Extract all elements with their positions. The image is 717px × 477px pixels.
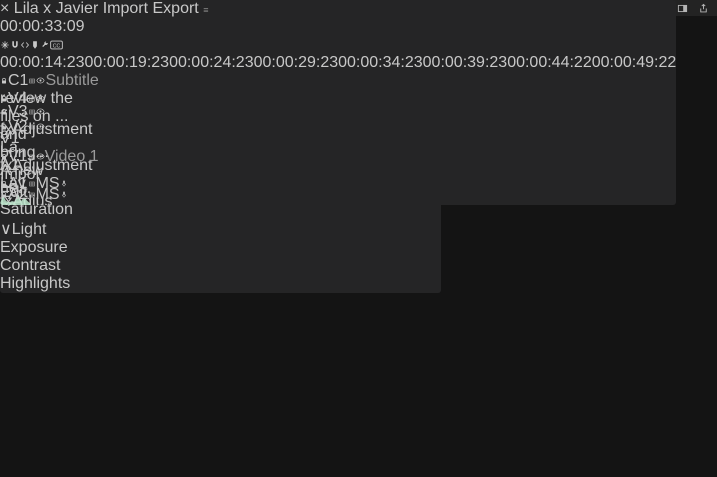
slider-label: Contrast	[0, 257, 60, 274]
timeline-settings-button[interactable]	[40, 36, 50, 53]
mic-icon	[60, 190, 68, 199]
eye-icon	[36, 152, 45, 161]
track-c1: C1Subtitlereview the files on ...and bri…	[0, 72, 676, 90]
source-patch-button[interactable]: A1	[0, 157, 676, 175]
lock-icon	[0, 95, 8, 103]
sequence-tab[interactable]: Lila x Javier Import Export	[14, 0, 199, 17]
sync-lock-icon	[28, 108, 36, 116]
ruler-timecode: 00:00:19:23	[85, 54, 170, 71]
track-v1: V1V1Video 1ImporEditNested SC13ExpofxCon…	[0, 130, 676, 157]
track-a2: A2 MSCong	[0, 186, 676, 205]
slider-row-contrast: Contrast	[0, 257, 441, 275]
track-v2: V2	[0, 118, 676, 130]
mic-icon[interactable]	[60, 186, 68, 203]
track-header-c1: C1 Subtitle	[0, 72, 676, 90]
track-target-button[interactable]: A2	[8, 186, 28, 203]
solo-button[interactable]: S	[49, 186, 60, 203]
eye-icon[interactable]	[36, 148, 45, 165]
track-target-button[interactable]: C1	[8, 72, 28, 89]
eye-icon	[36, 94, 45, 103]
sync-lock-icon	[28, 191, 36, 199]
lock-icon	[0, 108, 8, 116]
captions-menu-button[interactable]	[50, 36, 63, 53]
sync-lock-icon[interactable]	[28, 186, 36, 203]
source-patch-button[interactable]: V1	[0, 130, 676, 148]
sync-lock-icon	[28, 95, 36, 103]
ruler-timecode: 00:00:34:23	[338, 54, 423, 71]
chevron-down-icon: ∨	[0, 221, 12, 238]
track-label: Subtitle	[45, 72, 98, 89]
lock-icon[interactable]	[0, 186, 8, 203]
snap-toggle[interactable]	[10, 36, 20, 53]
source-patch-a1[interactable]: A1	[0, 157, 676, 175]
ruler-timecode: 00:00:39:23	[423, 54, 508, 71]
link-icon	[20, 40, 30, 50]
close-icon[interactable]: ×	[0, 0, 9, 17]
nest-toggle[interactable]	[0, 36, 10, 53]
magnet-icon	[10, 40, 20, 50]
share-icon[interactable]	[698, 3, 709, 14]
track-v3: V3fxAdjustment LafxAdjustment LayfxAdjus…	[0, 103, 676, 118]
section-label: Light	[12, 221, 47, 238]
mute-button[interactable]: M	[36, 186, 49, 203]
audio-waveform	[0, 204, 557, 205]
slider-row-exposure: Exposure	[0, 239, 441, 257]
source-patch-v1[interactable]: V1	[0, 130, 676, 148]
ruler-timecode: 00:00:14:23	[0, 54, 85, 71]
timeline-panel: × Lila x Javier Import Export ≡ 00:00:33…	[0, 0, 676, 205]
eye-icon	[36, 122, 45, 131]
ruler-timecode: 00:00:44:22	[507, 54, 592, 71]
eye-icon[interactable]	[36, 118, 45, 135]
section-light[interactable]: ∨Light	[0, 219, 441, 239]
sync-lock-icon	[28, 153, 36, 161]
sync-lock-icon[interactable]	[28, 148, 36, 165]
ruler-timecode: 00:00:49:22	[592, 54, 677, 71]
track-area: C1Subtitlereview the files on ...and bri…	[0, 72, 676, 205]
marker-icon	[30, 40, 40, 50]
track-label: Video 1	[45, 148, 99, 165]
premiere-pro-window: Import Edit Export Javier x Lila Import …	[0, 0, 717, 477]
linked-selection-toggle[interactable]	[20, 36, 30, 53]
lock-icon[interactable]	[0, 72, 8, 89]
ruler-timecode: 00:00:29:23	[254, 54, 339, 71]
timeline-timecode[interactable]: 00:00:33:09	[0, 18, 676, 36]
time-ruler[interactable]: 00:00:14:2300:00:19:2300:00:24:2300:00:2…	[0, 54, 676, 72]
cc-icon	[50, 40, 63, 50]
slider-label: Highlights	[0, 275, 70, 292]
panel-menu-icon[interactable]: ≡	[203, 5, 208, 15]
timeline-clip[interactable]: Cong	[0, 204, 557, 205]
sync-lock-icon[interactable]	[28, 118, 36, 135]
add-marker-button[interactable]	[30, 36, 40, 53]
timeline-toolbar	[0, 36, 676, 54]
lock-icon	[0, 77, 8, 85]
slider-row-highlights: Highlights	[0, 275, 441, 293]
ruler-timecode: 00:00:24:23	[169, 54, 254, 71]
eye-icon	[36, 107, 45, 116]
lock-icon	[0, 191, 8, 199]
nest-icon	[0, 40, 10, 50]
track-v4: V4	[0, 90, 676, 103]
track-header-a2: A2 MS	[0, 186, 676, 204]
sync-lock-icon	[28, 123, 36, 131]
workspaces-icon[interactable]	[677, 3, 688, 14]
track-a1: A1A1MS	[0, 157, 676, 186]
slider-label: Exposure	[0, 239, 68, 256]
wrench-icon	[40, 40, 50, 50]
track-content-a2[interactable]: Cong	[0, 204, 676, 205]
